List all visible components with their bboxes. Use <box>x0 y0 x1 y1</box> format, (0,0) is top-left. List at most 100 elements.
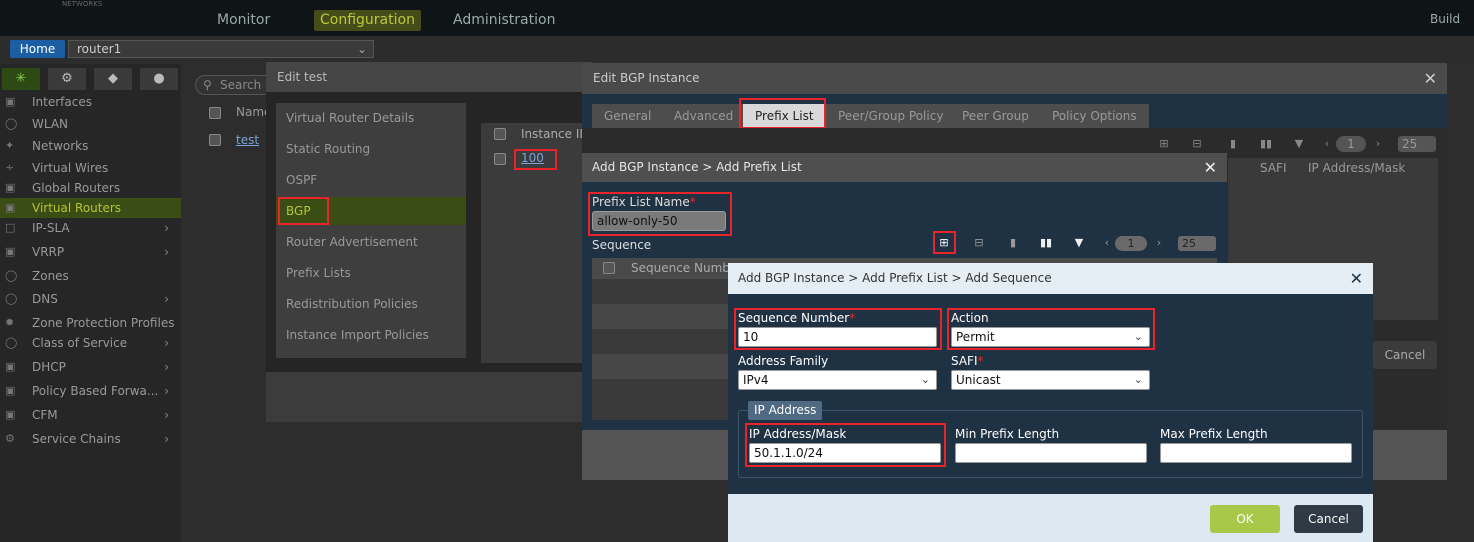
menu-item-prefix-lists[interactable]: Prefix Lists <box>276 259 466 287</box>
cancel-button[interactable]: Cancel <box>1294 505 1363 533</box>
menu-item-ospf[interactable]: OSPF <box>276 166 466 194</box>
copy-icon[interactable]: ▮ <box>1006 236 1020 250</box>
chevron-left-icon[interactable]: ‹ <box>1100 236 1114 250</box>
close-icon[interactable]: ✕ <box>1350 263 1363 294</box>
select-all-checkbox[interactable] <box>494 128 506 140</box>
sidebar-item-label: Class of Service <box>32 336 128 350</box>
sidebar-item-global-routers[interactable]: ▣ Global Routers <box>0 178 181 198</box>
select-all-checkbox[interactable] <box>209 107 221 119</box>
gear-icon[interactable]: ⚙ <box>48 68 86 90</box>
page-size-select[interactable]: 25 <box>1398 136 1436 152</box>
column-header-sequence-number: Sequence Number <box>631 261 743 275</box>
sidebar-item-cfm[interactable]: ▣ CFM › <box>0 405 181 425</box>
row-checkbox[interactable] <box>209 134 221 146</box>
sidebar-item-label: IP-SLA <box>32 221 70 235</box>
chevron-down-icon: ⌄ <box>356 42 367 56</box>
chevron-right-icon[interactable]: › <box>1371 137 1385 151</box>
sidebar-item-vrrp[interactable]: ▣ VRRP › <box>0 242 181 262</box>
menu-item-instance-import-policies[interactable]: Instance Import Policies <box>276 321 466 349</box>
page-number[interactable]: 1 <box>1336 136 1366 152</box>
router-select-value: router1 <box>77 42 122 56</box>
address-family-select[interactable]: IPv4 ⌄ <box>738 370 937 390</box>
sidebar-item-policy-based-forwarding[interactable]: ▣ Policy Based Forwa... › <box>0 381 181 401</box>
ok-button[interactable]: OK <box>1210 505 1280 533</box>
build-link[interactable]: Build <box>1430 12 1460 26</box>
sidebar-item-label: CFM <box>32 408 58 422</box>
bgp-cancel-button[interactable]: Cancel <box>1373 341 1437 369</box>
sidebar-item-label: Zone Protection Profiles <box>32 316 175 330</box>
tab-general[interactable]: General <box>592 104 664 128</box>
page-size-select[interactable]: 25 <box>1178 236 1216 251</box>
safi-select[interactable]: Unicast ⌄ <box>951 370 1150 390</box>
shield-icon[interactable]: ● <box>140 68 178 90</box>
close-icon[interactable]: ✕ <box>1204 153 1217 182</box>
menu-item-router-advertisement[interactable]: Router Advertisement <box>276 228 466 256</box>
minus-icon[interactable]: ⊟ <box>1190 137 1204 151</box>
sidebar-item-label: WLAN <box>32 117 69 131</box>
min-prefix-length-label: Min Prefix Length <box>955 427 1060 441</box>
nav-tab-monitor[interactable]: Monitor <box>211 10 276 31</box>
sidebar-item-interfaces[interactable]: ▣ Interfaces <box>0 92 181 112</box>
menu-item-redistribution-policies[interactable]: Redistribution Policies <box>276 290 466 318</box>
sidebar-item-ip-sla[interactable]: □ IP-SLA › <box>0 218 181 238</box>
grid-row <box>592 304 728 329</box>
chevron-right-icon[interactable]: › <box>1152 236 1166 250</box>
search-placeholder: Search <box>220 78 262 92</box>
menu-item-virtual-router-details[interactable]: Virtual Router Details <box>276 104 466 132</box>
close-icon[interactable]: ✕ <box>1424 63 1437 94</box>
highlight-prefix-list-tab <box>739 98 826 129</box>
max-prefix-length-input[interactable] <box>1160 443 1352 463</box>
tab-peer-group[interactable]: Peer Group <box>950 104 1041 128</box>
label-text: SAFI <box>951 354 978 368</box>
search-input[interactable]: ⚲ Search <box>195 75 275 95</box>
sequence-label: Sequence <box>592 238 652 252</box>
columns-icon[interactable]: ▮▮ <box>1039 236 1053 250</box>
search-icon: ⚲ <box>203 78 212 92</box>
select-all-checkbox[interactable] <box>603 262 615 274</box>
filter-icon[interactable]: ▼ <box>1072 236 1086 250</box>
chevron-right-icon: › <box>164 292 169 306</box>
page-number[interactable]: 1 <box>1115 236 1147 251</box>
safi-label: SAFI* <box>951 354 984 368</box>
sidebar-item-virtual-wires[interactable]: ∻ Virtual Wires <box>0 158 181 178</box>
chevron-left-icon[interactable]: ‹ <box>1320 137 1334 151</box>
sidebar-item-wlan[interactable]: ◯ WLAN <box>0 114 181 134</box>
sidebar-item-dns[interactable]: ◯ DNS › <box>0 289 181 309</box>
sidebar-item-dhcp[interactable]: ▣ DHCP › <box>0 357 181 377</box>
sidebar-item-networks[interactable]: ✦ Networks <box>0 136 181 156</box>
router-select[interactable]: router1 ⌄ <box>68 40 374 58</box>
required-marker: * <box>977 354 984 368</box>
tab-policy-options[interactable]: Policy Options <box>1040 104 1149 128</box>
router-link-test[interactable]: test <box>236 133 259 147</box>
row-checkbox[interactable] <box>494 153 506 165</box>
plus-icon[interactable]: ⊞ <box>1157 137 1171 151</box>
cube-icon[interactable]: ◆ <box>94 68 132 90</box>
tab-advanced[interactable]: Advanced <box>662 104 746 128</box>
nav-tab-administration[interactable]: Administration <box>447 10 561 31</box>
home-button[interactable]: Home <box>10 40 65 58</box>
sidebar-item-zone-protection-profiles[interactable]: ✹ Zone Protection Profiles <box>0 313 181 333</box>
chevron-right-icon: › <box>164 432 169 446</box>
sidebar-item-label: Interfaces <box>32 95 92 109</box>
network-icon[interactable]: ✳ <box>2 68 40 90</box>
columns-icon[interactable]: ▮▮ <box>1259 137 1273 151</box>
vrrp-icon: ▣ <box>5 245 16 258</box>
prefix-list-footer <box>582 430 727 480</box>
tab-peer-group-policy[interactable]: Peer/Group Policy <box>826 104 956 128</box>
min-prefix-length-input[interactable] <box>955 443 1147 463</box>
copy-icon[interactable]: ▮ <box>1226 137 1240 151</box>
chevron-right-icon: › <box>164 384 169 398</box>
sidebar-item-zones[interactable]: ◯ Zones <box>0 266 181 286</box>
sidebar-item-label: DHCP <box>32 360 66 374</box>
sidebar-item-service-chains[interactable]: ⚙ Service Chains › <box>0 429 181 449</box>
menu-item-static-routing[interactable]: Static Routing <box>276 135 466 163</box>
sidebar-item-virtual-routers[interactable]: ▣ Virtual Routers <box>0 198 181 218</box>
address-family-label: Address Family <box>738 354 829 368</box>
minus-icon[interactable]: ⊟ <box>972 236 986 250</box>
highlight-add-sequence <box>933 231 956 254</box>
chevron-right-icon: › <box>164 360 169 374</box>
filter-icon[interactable]: ▼ <box>1292 137 1306 151</box>
nav-tab-configuration[interactable]: Configuration <box>314 10 421 31</box>
grid-row <box>592 354 728 379</box>
sidebar-item-class-of-service[interactable]: ◯ Class of Service › <box>0 333 181 353</box>
